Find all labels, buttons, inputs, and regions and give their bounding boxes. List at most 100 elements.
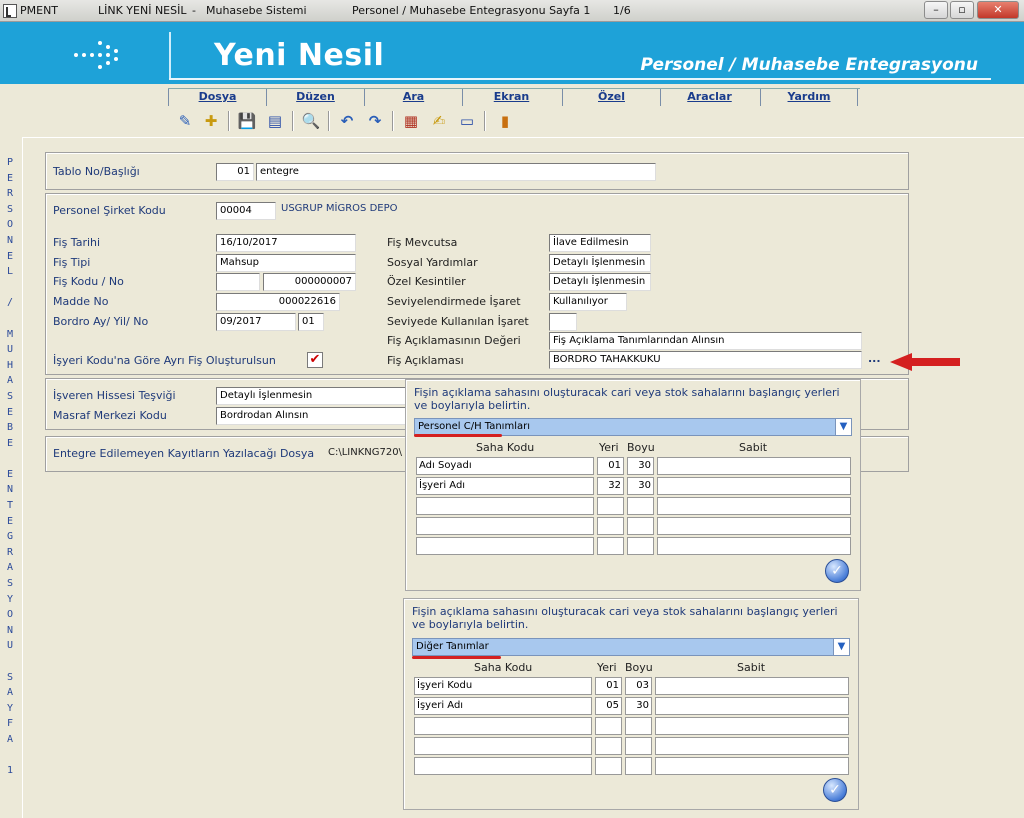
popup1-ok-button[interactable]: ✓ bbox=[825, 559, 849, 583]
popup1-row5-yeri[interactable] bbox=[597, 537, 624, 555]
popup2-row2-yeri[interactable]: 05 bbox=[595, 697, 622, 715]
search-icon[interactable]: 🔍 bbox=[300, 110, 322, 132]
minimize-button[interactable]: – bbox=[924, 1, 948, 19]
bordro-no-field[interactable]: 01 bbox=[298, 313, 324, 331]
popup1-row3-yeri[interactable] bbox=[597, 497, 624, 515]
popup2-row3-boyu[interactable] bbox=[625, 717, 652, 735]
popup1-row4-boyu[interactable] bbox=[627, 517, 654, 535]
popup2-row2-sabit[interactable] bbox=[655, 697, 849, 715]
popup1-row2-saha[interactable]: İşyeri Adı bbox=[416, 477, 594, 495]
restore-button[interactable]: ▫ bbox=[950, 1, 974, 19]
popup1-row4-yeri[interactable] bbox=[597, 517, 624, 535]
seviye-isaret-label: Seviyelendirmede İşaret bbox=[387, 295, 521, 308]
tablo-name-field[interactable]: entegre bbox=[256, 163, 656, 181]
page-title: Personel / Muhasebe Entegrasyonu Sayfa 1 bbox=[352, 4, 591, 17]
approve-icon[interactable]: ✎ bbox=[174, 110, 196, 132]
popup1-row5-sabit[interactable] bbox=[657, 537, 851, 555]
mevcutsa-field[interactable]: İlave Edilmesin bbox=[549, 234, 651, 252]
popup1-row2-boyu[interactable]: 30 bbox=[627, 477, 654, 495]
menu-duzen[interactable]: Düzen bbox=[266, 89, 364, 106]
popup2-row5-saha[interactable] bbox=[414, 757, 592, 775]
popup2-row5-yeri[interactable] bbox=[595, 757, 622, 775]
menu-yardim[interactable]: Yardım bbox=[760, 89, 858, 106]
popup1-row3-saha[interactable] bbox=[416, 497, 594, 515]
popup1-row5-saha[interactable] bbox=[416, 537, 594, 555]
chevron-down-icon[interactable]: ▼ bbox=[833, 639, 849, 655]
isveren-field[interactable]: Detaylı İşlenmesin bbox=[216, 387, 406, 405]
popup2-row3-saha[interactable] bbox=[414, 717, 592, 735]
redo-icon[interactable]: ↷ bbox=[364, 110, 386, 132]
popup1-row5-boyu[interactable] bbox=[627, 537, 654, 555]
popup2-row2-saha[interactable]: İşyeri Adı bbox=[414, 697, 592, 715]
card-icon[interactable]: ▭ bbox=[456, 110, 478, 132]
popup1-row2-sabit[interactable] bbox=[657, 477, 851, 495]
edit-icon[interactable]: ✍ bbox=[428, 110, 450, 132]
menu-dosya[interactable]: Dosya bbox=[168, 89, 266, 106]
save-icon[interactable]: 💾 bbox=[236, 110, 258, 132]
popup1-row4-saha[interactable] bbox=[416, 517, 594, 535]
seviye-kullanilan-field[interactable] bbox=[549, 313, 577, 331]
popup2-row1-boyu[interactable]: 03 bbox=[625, 677, 652, 695]
fis-tipi-field[interactable]: Mahsup bbox=[216, 254, 356, 272]
system-name: Muhasebe Sistemi bbox=[206, 4, 307, 17]
popup2-row5-boyu[interactable] bbox=[625, 757, 652, 775]
popup2-combo-value: Diğer Tanımlar bbox=[416, 641, 489, 652]
popup2-combo[interactable]: Diğer Tanımlar ▼ bbox=[412, 638, 850, 656]
masraf-field[interactable]: Bordrodan Alınsın bbox=[216, 407, 406, 425]
aciklama-browse-button[interactable]: ... bbox=[868, 352, 881, 365]
undo-icon[interactable]: ↶ bbox=[336, 110, 358, 132]
entegre-dosya-field[interactable]: C:\LINKNG720\ bbox=[328, 447, 402, 458]
popup1-description: Fişin açıklama sahasını oluşturacak cari… bbox=[414, 386, 840, 412]
fis-tarihi-field[interactable]: 16/10/2017 bbox=[216, 234, 356, 252]
popup2-row3-yeri[interactable] bbox=[595, 717, 622, 735]
popup2-row4-saha[interactable] bbox=[414, 737, 592, 755]
popup2-row4-boyu[interactable] bbox=[625, 737, 652, 755]
madde-no-field[interactable]: 000022616 bbox=[216, 293, 340, 311]
fis-no-field[interactable]: 000000007 bbox=[263, 273, 356, 291]
menu-ekran[interactable]: Ekran bbox=[462, 89, 560, 106]
new-record-icon[interactable]: ✚ bbox=[200, 110, 222, 132]
isyeri-checkbox[interactable]: ✔ bbox=[307, 352, 323, 368]
popup2-row4-yeri[interactable] bbox=[595, 737, 622, 755]
print-icon[interactable]: ▤ bbox=[264, 110, 286, 132]
aciklama-deger-field[interactable]: Fiş Açıklama Tanımlarından Alınsın bbox=[549, 332, 862, 350]
app-icon[interactable] bbox=[3, 4, 17, 18]
popup1-row3-boyu[interactable] bbox=[627, 497, 654, 515]
calendar-icon[interactable]: ▦ bbox=[400, 110, 422, 132]
ozel-label: Özel Kesintiler bbox=[387, 275, 466, 288]
popup2-row4-sabit[interactable] bbox=[655, 737, 849, 755]
fis-kodu-field[interactable] bbox=[216, 273, 260, 291]
popup1-row1-boyu[interactable]: 30 bbox=[627, 457, 654, 475]
sosyal-field[interactable]: Detaylı İşlenmesin bbox=[549, 254, 651, 272]
popup2-ok-button[interactable]: ✓ bbox=[823, 778, 847, 802]
popup1-row2-yeri[interactable]: 32 bbox=[597, 477, 624, 495]
popup1-row3-sabit[interactable] bbox=[657, 497, 851, 515]
bordro-ay-yil-field[interactable]: 09/2017 bbox=[216, 313, 296, 331]
brand-title: Yeni Nesil bbox=[214, 38, 385, 73]
menu-araclar[interactable]: Araclar bbox=[660, 89, 758, 106]
app-name: LİNK YENİ NESİL bbox=[98, 4, 187, 17]
chevron-down-icon[interactable]: ▼ bbox=[835, 419, 851, 435]
popup1-row4-sabit[interactable] bbox=[657, 517, 851, 535]
menu-ozel[interactable]: Özel bbox=[562, 89, 660, 106]
ozel-field[interactable]: Detaylı İşlenmesin bbox=[549, 273, 651, 291]
tablo-no-field[interactable]: 01 bbox=[216, 163, 254, 181]
aciklama-field[interactable]: BORDRO TAHAKKUKU bbox=[549, 351, 862, 369]
close-button[interactable]: ✕ bbox=[977, 1, 1019, 19]
popup1-row1-sabit[interactable] bbox=[657, 457, 851, 475]
popup1-row1-saha[interactable]: Adı Soyadı bbox=[416, 457, 594, 475]
popup2-row2-boyu[interactable]: 30 bbox=[625, 697, 652, 715]
isyeri-label: İşyeri Kodu'na Göre Ayrı Fiş Oluşturulsu… bbox=[53, 354, 276, 367]
popup2-row3-sabit[interactable] bbox=[655, 717, 849, 735]
popup2-row5-sabit[interactable] bbox=[655, 757, 849, 775]
popup2-row1-saha[interactable]: İşyeri Kodu bbox=[414, 677, 592, 695]
popup2-row1-yeri[interactable]: 01 bbox=[595, 677, 622, 695]
seviye-isaret-field[interactable]: Kullanılıyor bbox=[549, 293, 627, 311]
popup2-row1-sabit[interactable] bbox=[655, 677, 849, 695]
popup2-col-saha-kodu: Saha Kodu bbox=[474, 661, 533, 674]
popup1-row1-yeri[interactable]: 01 bbox=[597, 457, 624, 475]
menu-ara[interactable]: Ara bbox=[364, 89, 462, 106]
popup2-col-boyu: Boyu bbox=[625, 661, 653, 674]
sirket-kodu-field[interactable]: 00004 bbox=[216, 202, 276, 220]
report-icon[interactable]: ▮ bbox=[494, 110, 516, 132]
